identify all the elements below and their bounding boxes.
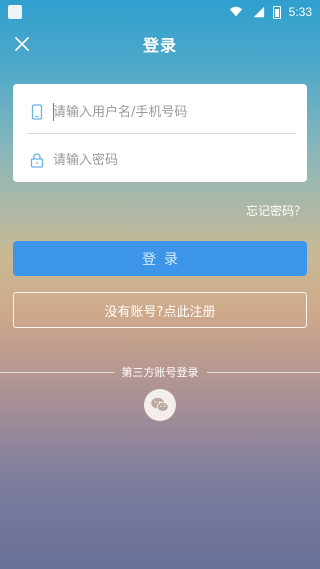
password-input[interactable] xyxy=(53,152,295,168)
third-party-divider: 第三方账号登录 xyxy=(0,364,320,380)
lock-icon xyxy=(30,153,44,168)
wechat-icon xyxy=(151,397,169,412)
status-right: 5:33 xyxy=(229,5,312,19)
wifi-icon xyxy=(229,6,242,17)
text-cursor xyxy=(53,103,54,121)
close-icon xyxy=(15,37,29,51)
battery-icon xyxy=(272,5,281,19)
phone-icon xyxy=(31,104,43,120)
page-title: 登录 xyxy=(142,36,177,55)
login-form xyxy=(13,84,307,182)
forgot-password-link[interactable]: 忘记密码？ xyxy=(246,202,306,219)
username-input[interactable] xyxy=(53,104,295,120)
app-bar: 登录 xyxy=(0,24,320,64)
register-button[interactable]: 没有账号?点此注册 xyxy=(13,292,307,328)
field-divider xyxy=(27,133,295,134)
username-field-row xyxy=(29,92,295,132)
third-party-label: 第三方账号登录 xyxy=(121,366,199,379)
login-button[interactable]: 登录 xyxy=(13,241,307,276)
divider-line-right xyxy=(206,371,320,373)
status-bar: 5:33 xyxy=(0,0,320,24)
divider-line-left xyxy=(0,371,114,373)
wechat-login-button[interactable] xyxy=(144,389,176,421)
password-field-row xyxy=(29,140,295,180)
notification-icon xyxy=(8,5,22,19)
signal-icon xyxy=(253,6,264,18)
close-button[interactable] xyxy=(8,30,36,58)
status-time: 5:33 xyxy=(288,5,312,19)
